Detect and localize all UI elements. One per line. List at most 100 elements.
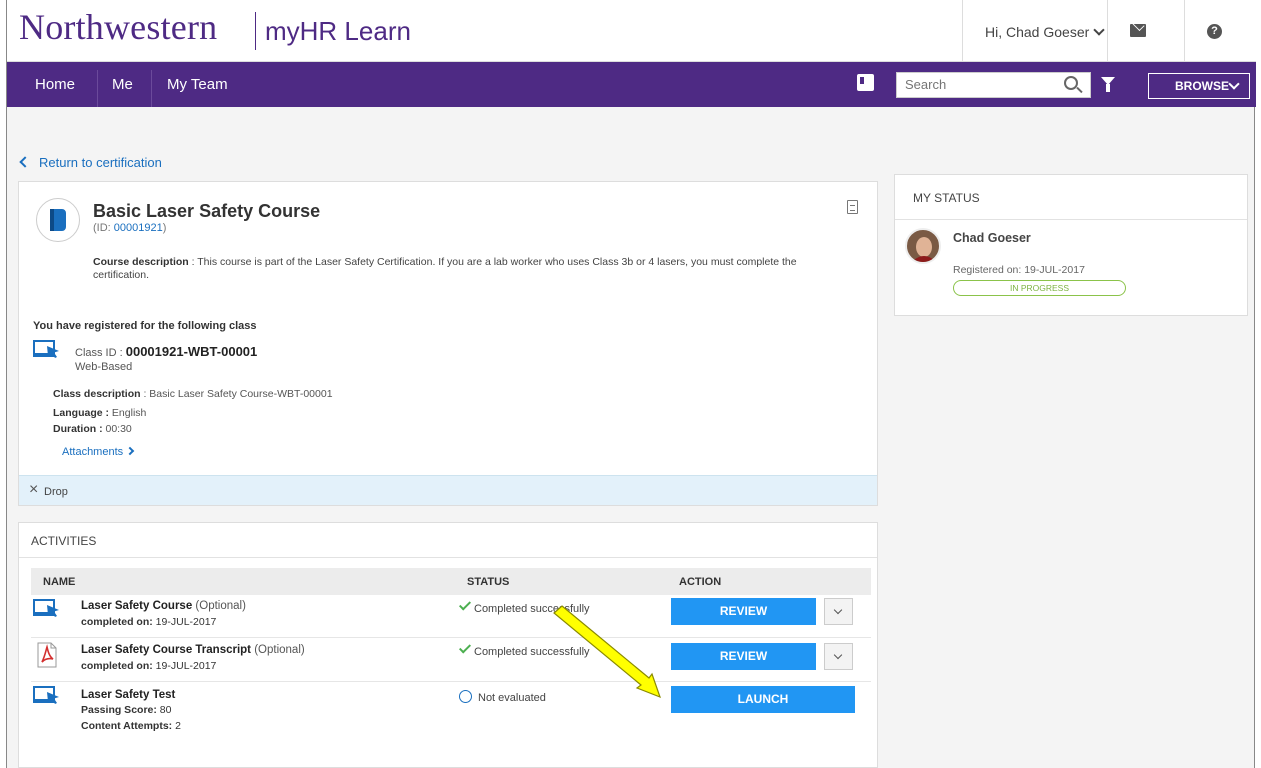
pdf-icon bbox=[37, 642, 57, 668]
help-icon[interactable]: ? bbox=[1207, 24, 1222, 39]
activity-name[interactable]: Laser Safety Course (Optional) bbox=[81, 600, 246, 612]
review-button[interactable]: REVIEW bbox=[671, 598, 816, 625]
divider bbox=[895, 219, 1247, 220]
class-id-value: 00001921-WBT-00001 bbox=[125, 344, 258, 359]
document-icon[interactable] bbox=[847, 200, 858, 214]
column-header-action: ACTION bbox=[679, 576, 722, 588]
language-value: English bbox=[109, 407, 147, 419]
filter-icon[interactable] bbox=[1101, 77, 1115, 92]
class-type: Web-Based bbox=[75, 361, 133, 373]
registered-heading: You have registered for the following cl… bbox=[33, 320, 257, 332]
completed-on-label: completed on: bbox=[81, 660, 153, 672]
class-desc-label: Class description bbox=[53, 388, 141, 400]
class-desc-text: : Basic Laser Safety Course-WBT-00001 bbox=[140, 388, 333, 400]
completed-on-value: 19-JUL-2017 bbox=[152, 660, 217, 672]
optional-label: (Optional) bbox=[251, 644, 305, 656]
status-label: Not evaluated bbox=[478, 692, 546, 704]
activity-name[interactable]: Laser Safety Course Transcript (Optional… bbox=[81, 644, 305, 656]
activity-title: Laser Safety Course bbox=[81, 600, 193, 612]
table-header: NAME STATUS ACTION bbox=[31, 568, 871, 595]
optional-label: (Optional) bbox=[192, 600, 246, 612]
brand-logo[interactable]: Northwestern bbox=[19, 6, 217, 48]
search-input[interactable] bbox=[905, 77, 1045, 92]
review-button[interactable]: REVIEW bbox=[671, 643, 816, 670]
status-label: Completed successfully bbox=[474, 646, 590, 658]
top-header: Northwestern myHR Learn Hi, Chad Goeser … bbox=[7, 0, 1256, 62]
course-title: Basic Laser Safety Course bbox=[93, 201, 321, 221]
class-description: Class description : Basic Laser Safety C… bbox=[53, 388, 333, 400]
registered-on: Registered on: 19-JUL-2017 bbox=[953, 264, 1085, 276]
circle-icon bbox=[459, 690, 472, 703]
activities-card: ACTIVITIES NAME STATUS ACTION Laser Safe… bbox=[18, 522, 878, 768]
table-row: Laser Safety Test Passing Score: 80 Cont… bbox=[31, 682, 871, 742]
mail-icon[interactable] bbox=[1130, 24, 1146, 37]
class-duration: Duration : 00:30 bbox=[53, 423, 132, 435]
nav-me[interactable]: Me bbox=[112, 62, 133, 107]
status-text: Completed successfully bbox=[458, 598, 590, 615]
course-card: Basic Laser Safety Course (ID: 00001921)… bbox=[18, 181, 878, 506]
header-divider bbox=[1107, 0, 1108, 62]
divider bbox=[19, 557, 877, 558]
passing-score: Passing Score: 80 bbox=[81, 704, 171, 716]
nav-my-team[interactable]: My Team bbox=[167, 62, 228, 107]
browse-button[interactable]: BROWSE bbox=[1148, 73, 1250, 99]
app-name: myHR Learn bbox=[265, 16, 411, 46]
status-label: Completed successfully bbox=[474, 603, 590, 615]
return-link-label: Return to certification bbox=[39, 155, 162, 170]
computer-icon bbox=[33, 686, 59, 704]
drop-bar[interactable]: × Drop bbox=[19, 475, 877, 505]
search-box[interactable] bbox=[896, 72, 1091, 98]
content-attempts-value: 2 bbox=[172, 720, 181, 732]
status-text: Not evaluated bbox=[459, 688, 546, 704]
status-badge: IN PROGRESS bbox=[953, 280, 1126, 296]
course-id-link[interactable]: 00001921 bbox=[114, 222, 163, 234]
return-to-certification-link[interactable]: Return to certification bbox=[19, 155, 162, 170]
duration-label: Duration : bbox=[53, 423, 103, 435]
chevron-left-icon bbox=[19, 156, 31, 168]
course-desc-text: : This course is part of the Laser Safet… bbox=[93, 256, 797, 281]
check-icon bbox=[458, 641, 472, 654]
browse-label: BROWSE bbox=[1175, 79, 1229, 93]
app-window: Northwestern myHR Learn Hi, Chad Goeser … bbox=[6, 0, 1256, 768]
completed-on-label: completed on: bbox=[81, 616, 153, 628]
more-options-dropdown[interactable] bbox=[824, 598, 853, 625]
activity-title: Laser Safety Course Transcript bbox=[81, 644, 252, 656]
course-description: Course description : This course is part… bbox=[93, 256, 813, 282]
user-name: Chad Goeser bbox=[953, 231, 1031, 245]
content-attempts-label: Content Attempts: bbox=[81, 720, 173, 732]
course-id: (ID: 00001921) bbox=[93, 222, 166, 234]
chevron-down-icon bbox=[1093, 24, 1105, 36]
course-desc-label: Course description bbox=[93, 256, 189, 268]
computer-icon bbox=[33, 340, 59, 358]
my-status-card: MY STATUS Chad Goeser Registered on: 19-… bbox=[894, 174, 1248, 316]
brand-divider bbox=[255, 12, 256, 50]
launch-button[interactable]: LAUNCH bbox=[671, 686, 855, 713]
bookmark-icon[interactable] bbox=[857, 74, 874, 91]
course-id-prefix: (ID: bbox=[93, 222, 114, 234]
completed-on-value: 19-JUL-2017 bbox=[152, 616, 217, 628]
chevron-right-icon bbox=[125, 446, 135, 456]
chevron-down-icon bbox=[1228, 78, 1240, 90]
activity-name[interactable]: Laser Safety Test bbox=[81, 689, 175, 701]
nav-divider bbox=[151, 70, 152, 107]
nav-home[interactable]: Home bbox=[35, 62, 75, 107]
completed-on: completed on: 19-JUL-2017 bbox=[81, 616, 216, 628]
course-id-suffix: ) bbox=[162, 222, 167, 234]
passing-score-value: 80 bbox=[156, 704, 172, 716]
attachments-link[interactable]: Attachments bbox=[62, 446, 135, 458]
class-language: Language : English bbox=[53, 407, 146, 419]
column-header-name: NAME bbox=[43, 576, 76, 588]
drop-button[interactable]: Drop bbox=[44, 486, 68, 498]
attachments-label: Attachments bbox=[62, 446, 124, 458]
check-icon bbox=[458, 598, 472, 611]
book-icon bbox=[36, 198, 80, 242]
computer-icon bbox=[33, 599, 59, 617]
search-icon[interactable] bbox=[1064, 76, 1078, 90]
user-menu[interactable]: Hi, Chad Goeser bbox=[985, 24, 1105, 40]
nav-divider bbox=[97, 70, 98, 107]
my-status-title: MY STATUS bbox=[913, 191, 980, 205]
activities-title: ACTIVITIES bbox=[31, 534, 97, 548]
greeting-label: Hi, Chad Goeser bbox=[985, 24, 1090, 40]
more-options-dropdown[interactable] bbox=[824, 643, 853, 670]
passing-score-label: Passing Score: bbox=[81, 704, 157, 716]
